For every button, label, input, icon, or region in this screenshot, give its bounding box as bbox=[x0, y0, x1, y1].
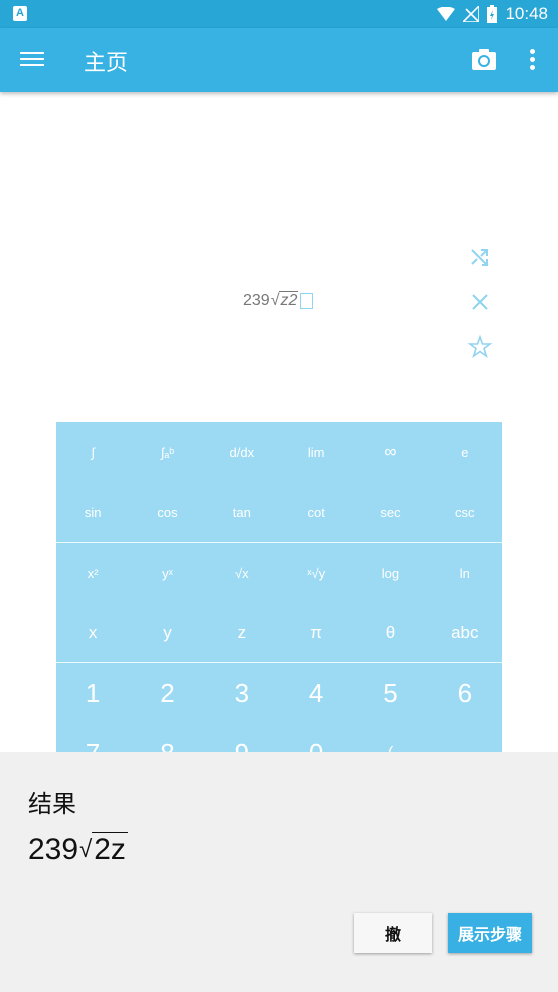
key-cot[interactable]: cot bbox=[279, 482, 353, 542]
result-coefficient: 239 bbox=[28, 832, 79, 866]
key-x[interactable]: x bbox=[56, 603, 130, 663]
clock: 10:48 bbox=[505, 4, 548, 23]
key-sqrt[interactable]: √x bbox=[205, 543, 279, 603]
key-open-paren[interactable]: ( bbox=[353, 723, 427, 752]
status-bar: A 10:48 bbox=[0, 0, 558, 28]
keyboard-row-trig: sin cos tan cot sec csc bbox=[56, 482, 502, 542]
keyboard-row-digits-1: 1 2 3 4 5 6 bbox=[56, 663, 502, 723]
key-6[interactable]: 6 bbox=[428, 663, 502, 723]
key-pi[interactable]: π bbox=[279, 603, 353, 663]
key-4[interactable]: 4 bbox=[279, 663, 353, 723]
key-definite-integral[interactable]: ∫ₐᵇ bbox=[130, 422, 204, 482]
key-sec[interactable]: sec bbox=[353, 482, 427, 542]
status-icons: 10:48 bbox=[437, 0, 548, 28]
expression-radicand: z2 bbox=[279, 291, 299, 309]
star-icon[interactable] bbox=[467, 334, 493, 360]
key-tan[interactable]: tan bbox=[205, 482, 279, 542]
sqrt-symbol: √ bbox=[270, 291, 280, 309]
key-limit[interactable]: lim bbox=[279, 422, 353, 482]
keyboard-row-calculus: ∫ ∫ₐᵇ d/dx lim ∞ e bbox=[56, 422, 502, 482]
key-y[interactable]: y bbox=[130, 603, 204, 663]
key-2[interactable]: 2 bbox=[130, 663, 204, 723]
key-e[interactable]: e bbox=[428, 422, 502, 482]
key-0[interactable]: 0 bbox=[279, 723, 353, 753]
show-steps-button[interactable]: 展示步骤 bbox=[448, 913, 532, 953]
result-expression: 239 √ 2z bbox=[28, 832, 128, 867]
close-icon[interactable] bbox=[467, 289, 493, 315]
result-radicand: 2z bbox=[92, 832, 128, 866]
key-csc[interactable]: csc bbox=[428, 482, 502, 542]
key-ln[interactable]: ln bbox=[428, 543, 502, 603]
key-3[interactable]: 3 bbox=[205, 663, 279, 723]
page-title: 主页 bbox=[84, 50, 129, 75]
key-sin[interactable]: sin bbox=[56, 482, 130, 542]
key-1[interactable]: 1 bbox=[56, 663, 130, 723]
math-keyboard: ∫ ∫ₐᵇ d/dx lim ∞ e sin cos tan cot sec c… bbox=[56, 422, 502, 752]
keyboard-row-powers: x² yˣ √x ˣ√y log ln bbox=[56, 543, 502, 603]
key-theta[interactable]: θ bbox=[353, 603, 427, 663]
battery-charging-icon bbox=[487, 5, 498, 23]
key-z[interactable]: z bbox=[205, 603, 279, 663]
key-power[interactable]: yˣ bbox=[130, 543, 204, 603]
expression-coefficient: 239 bbox=[243, 291, 270, 309]
sqrt-symbol: √ bbox=[79, 835, 93, 863]
key-cos[interactable]: cos bbox=[130, 482, 204, 542]
key-derivative[interactable]: d/dx bbox=[205, 422, 279, 482]
more-vert-icon[interactable] bbox=[522, 46, 542, 74]
input-cursor-box[interactable] bbox=[300, 292, 314, 309]
key-log[interactable]: log bbox=[353, 543, 427, 603]
shuffle-icon[interactable] bbox=[467, 244, 493, 270]
keyboard-row-variables: x y z π θ abc bbox=[56, 603, 502, 663]
expression-input[interactable]: 239 √ z2 bbox=[243, 291, 314, 310]
key-9[interactable]: 9 bbox=[205, 723, 279, 753]
key-8[interactable]: 8 bbox=[130, 723, 204, 753]
key-square[interactable]: x² bbox=[56, 543, 130, 603]
key-7[interactable]: 7 bbox=[56, 723, 130, 753]
wifi-icon bbox=[437, 7, 456, 21]
keyboard-row-digits-2: 7 8 9 0 ( bbox=[56, 723, 502, 753]
result-panel: 结果 239 √ 2z 撤 展示步骤 bbox=[0, 752, 558, 992]
notification-a-icon: A bbox=[13, 6, 27, 21]
no-signal-icon bbox=[463, 6, 480, 22]
key-abc[interactable]: abc bbox=[428, 603, 502, 663]
app-bar: 主页 bbox=[0, 28, 558, 92]
camera-icon[interactable] bbox=[470, 46, 498, 74]
key-nth-root[interactable]: ˣ√y bbox=[279, 543, 353, 603]
key-integral[interactable]: ∫ bbox=[56, 422, 130, 482]
result-title: 结果 bbox=[28, 791, 76, 818]
key-infinity[interactable]: ∞ bbox=[353, 422, 427, 482]
menu-icon[interactable] bbox=[20, 48, 44, 72]
key-blank[interactable] bbox=[428, 723, 502, 752]
sqrt-expression: √ z2 bbox=[270, 291, 299, 310]
undo-button[interactable]: 撤 bbox=[354, 913, 432, 953]
key-5[interactable]: 5 bbox=[353, 663, 427, 723]
